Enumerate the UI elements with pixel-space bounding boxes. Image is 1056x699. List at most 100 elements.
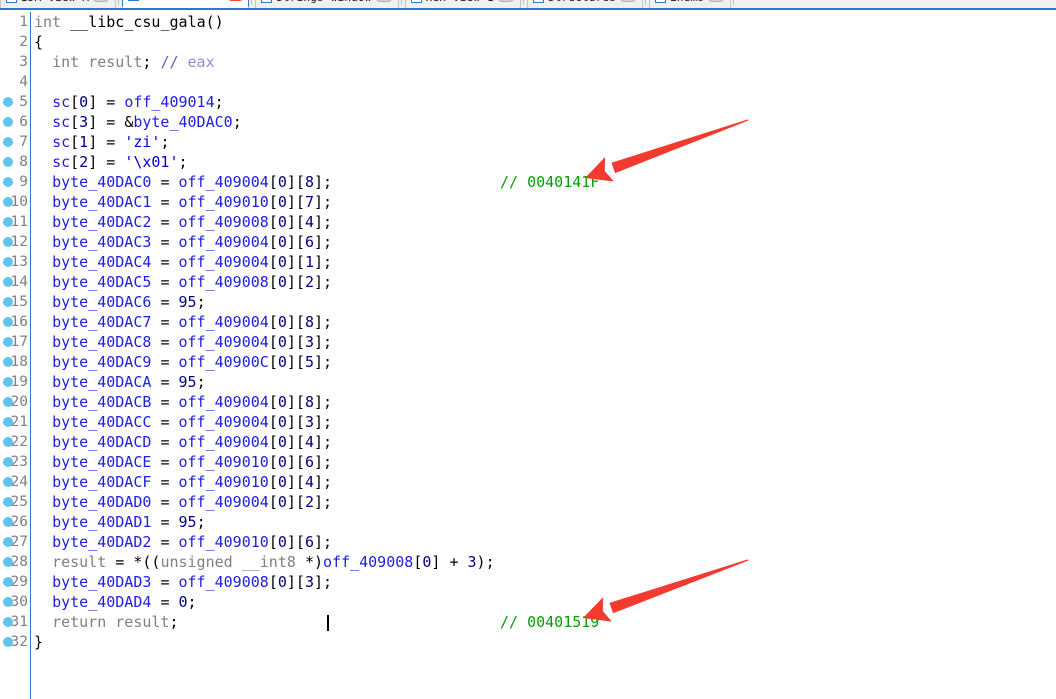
code-line[interactable]: 7 sc[1] = 'zi'; xyxy=(0,132,1056,152)
code-line[interactable]: 20 byte_40DACB = off_409004[0][8]; xyxy=(0,392,1056,412)
code-line[interactable]: 32} xyxy=(0,632,1056,652)
code-line[interactable]: 25 byte_40DAD0 = off_409004[0][2]; xyxy=(0,492,1056,512)
code-line[interactable]: 2{ xyxy=(0,32,1056,52)
breakpoint-marker-icon[interactable] xyxy=(3,557,13,567)
pseudocode-editor[interactable]: 1 int __libc_csu_gala() 2{3 int result; //… xyxy=(0,12,1056,699)
code-text: byte_40DAC6 = 95; xyxy=(52,293,206,311)
breakpoint-marker-icon[interactable] xyxy=(3,157,13,167)
code-line[interactable]: 14 byte_40DAC5 = off_409008[0][2]; xyxy=(0,272,1056,292)
breakpoint-marker-icon[interactable] xyxy=(3,457,13,467)
breakpoint-marker-icon[interactable] xyxy=(3,637,13,647)
tab-separator xyxy=(400,0,402,5)
tab-structures[interactable]: Structures xyxy=(526,0,644,8)
tab-separator xyxy=(733,0,735,5)
breakpoint-marker-icon[interactable] xyxy=(3,437,13,447)
code-text: { xyxy=(34,33,44,51)
code-line[interactable]: 4 xyxy=(0,72,1056,92)
tab-hex-view-1[interactable]: Hex View-1 xyxy=(404,0,521,8)
tab-pseudocode-a[interactable]: Pseudocode-A xyxy=(122,0,250,8)
breakpoint-marker-icon[interactable] xyxy=(3,177,13,187)
tab-separator xyxy=(251,0,253,5)
code-text: } xyxy=(34,633,44,651)
code-text: byte_40DAD4 = 0; xyxy=(52,593,197,611)
text-caret xyxy=(327,615,329,631)
code-text: byte_40DACA = 95; xyxy=(52,373,206,391)
code-line[interactable]: 19 byte_40DACA = 95; xyxy=(0,372,1056,392)
tab-pin-icon[interactable] xyxy=(620,0,637,2)
tab-ida-view-a[interactable]: IDA View-A xyxy=(0,0,117,8)
breakpoint-marker-icon[interactable] xyxy=(3,377,13,387)
code-line[interactable]: 29 byte_40DAD3 = off_409008[0][3]; xyxy=(0,572,1056,592)
code-line[interactable]: 9 byte_40DAC0 = off_409004[0][8];// 0040… xyxy=(0,172,1056,192)
breakpoint-marker-icon[interactable] xyxy=(3,97,13,107)
code-line[interactable]: 31 return result;// 00401519 xyxy=(0,612,1056,632)
breakpoint-marker-icon[interactable] xyxy=(3,277,13,287)
ida-pseudocode-window: IDA View-A Pseudocode-A Strings window Hex … xyxy=(0,0,1056,699)
code-line-list: 1 int __libc_csu_gala() 2{3 int result; //… xyxy=(0,12,1056,652)
code-text: sc[3] = &byte_40DAC0; xyxy=(52,113,242,131)
breakpoint-marker-icon[interactable] xyxy=(3,317,13,327)
code-line[interactable]: 1 int __libc_csu_gala() xyxy=(0,12,1056,32)
breakpoint-marker-icon[interactable] xyxy=(3,597,13,607)
code-text: byte_40DACB = off_409004[0][8]; xyxy=(52,393,333,411)
tab-label: Hex View-1 xyxy=(426,0,494,4)
window-icon xyxy=(532,0,544,3)
code-text: int __libc_csu_gala() xyxy=(34,13,224,31)
code-line[interactable]: 26 byte_40DAD1 = 95; xyxy=(0,512,1056,532)
tab-strings-window[interactable]: Strings window xyxy=(255,0,399,8)
code-line[interactable]: 23 byte_40DACE = off_409010[0][6]; xyxy=(0,452,1056,472)
code-line[interactable]: 30 byte_40DAD4 = 0; xyxy=(0,592,1056,612)
breakpoint-marker-icon[interactable] xyxy=(3,537,13,547)
tab-enums[interactable]: Enums xyxy=(649,0,732,8)
code-line[interactable]: 22 byte_40DACD = off_409004[0][4]; xyxy=(0,432,1056,452)
breakpoint-marker-icon[interactable] xyxy=(3,137,13,147)
code-line[interactable]: 8 sc[2] = '\x01'; xyxy=(0,152,1056,172)
breakpoint-marker-icon[interactable] xyxy=(3,517,13,527)
breakpoint-marker-icon[interactable] xyxy=(3,577,13,587)
code-line[interactable]: 17 byte_40DAC8 = off_409004[0][3]; xyxy=(0,332,1056,352)
breakpoint-marker-icon[interactable] xyxy=(3,257,13,267)
code-line[interactable]: 5 sc[0] = off_409014; xyxy=(0,92,1056,112)
breakpoint-marker-icon[interactable] xyxy=(3,477,13,487)
line-number: 4 xyxy=(19,74,28,90)
code-line[interactable]: 6 sc[3] = &byte_40DAC0; xyxy=(0,112,1056,132)
code-text: byte_40DAD3 = off_409008[0][3]; xyxy=(52,573,333,591)
code-line[interactable]: 3 int result; // eax xyxy=(0,52,1056,72)
code-text: sc[1] = 'zi'; xyxy=(52,133,170,151)
tab-pin-icon[interactable] xyxy=(375,0,392,2)
breakpoint-marker-icon[interactable] xyxy=(3,337,13,347)
breakpoint-marker-icon[interactable] xyxy=(3,617,13,627)
code-text: byte_40DAC2 = off_409008[0][4]; xyxy=(52,213,333,231)
code-line[interactable]: 27 byte_40DAD2 = off_409010[0][6]; xyxy=(0,532,1056,552)
breakpoint-marker-icon[interactable] xyxy=(3,357,13,367)
tab-pin-icon[interactable] xyxy=(93,0,110,2)
breakpoint-marker-icon[interactable] xyxy=(3,497,13,507)
code-line[interactable]: 10 byte_40DAC1 = off_409010[0][7]; xyxy=(0,192,1056,212)
code-line[interactable]: 16 byte_40DAC7 = off_409004[0][8]; xyxy=(0,312,1056,332)
code-line[interactable]: 15 byte_40DAC6 = 95; xyxy=(0,292,1056,312)
code-text: byte_40DAD0 = off_409004[0][2]; xyxy=(52,493,333,511)
tab-separator xyxy=(522,0,524,5)
close-icon[interactable] xyxy=(229,0,243,1)
code-line[interactable]: 12 byte_40DAC3 = off_409004[0][6]; xyxy=(0,232,1056,252)
tab-label: Strings window xyxy=(276,0,372,4)
code-text: sc[0] = off_409014; xyxy=(52,93,224,111)
breakpoint-marker-icon[interactable] xyxy=(3,237,13,247)
breakpoint-marker-icon[interactable] xyxy=(3,117,13,127)
breakpoint-marker-icon[interactable] xyxy=(3,397,13,407)
code-text: byte_40DAD1 = 95; xyxy=(52,513,206,531)
tab-label: Pseudocode-A xyxy=(143,0,225,2)
breakpoint-marker-icon[interactable] xyxy=(3,297,13,307)
breakpoint-marker-icon[interactable] xyxy=(3,197,13,207)
code-line[interactable]: 21 byte_40DACC = off_409004[0][3]; xyxy=(0,412,1056,432)
code-line[interactable]: 28 result = *((unsigned __int8 *)off_409… xyxy=(0,552,1056,572)
code-line[interactable]: 13 byte_40DAC4 = off_409004[0][1]; xyxy=(0,252,1056,272)
breakpoint-marker-icon[interactable] xyxy=(3,217,13,227)
tab-pin-icon[interactable] xyxy=(708,0,725,2)
code-line[interactable]: 18 byte_40DAC9 = off_40900C[0][5]; xyxy=(0,352,1056,372)
code-line[interactable]: 24 byte_40DACF = off_409010[0][4]; xyxy=(0,472,1056,492)
code-line[interactable]: 11 byte_40DAC2 = off_409008[0][4]; xyxy=(0,212,1056,232)
tab-pin-icon[interactable] xyxy=(497,0,514,2)
breakpoint-marker-icon[interactable] xyxy=(3,417,13,427)
